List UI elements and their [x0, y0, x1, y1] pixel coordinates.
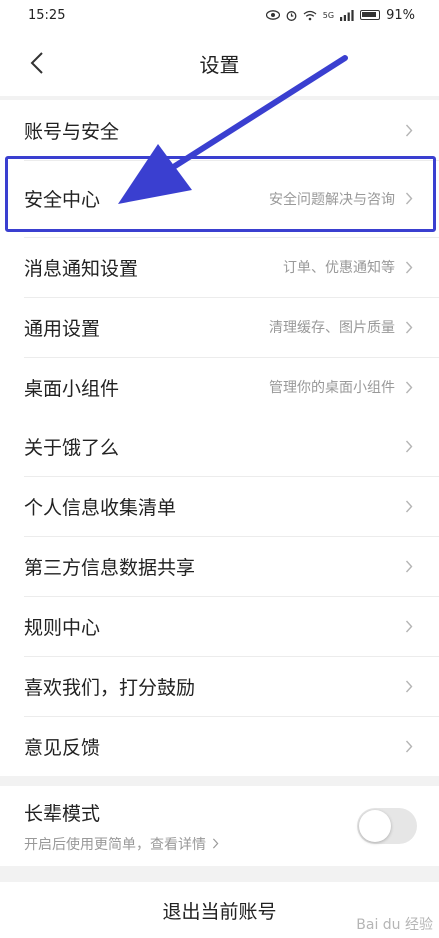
settings-item-label: 桌面小组件 [24, 377, 120, 400]
settings-item-desc: 安全问题解决与咨询 [269, 191, 395, 208]
settings-item-label: 关于饿了么 [24, 436, 120, 459]
settings-item-label: 个人信息收集清单 [24, 496, 177, 519]
wifi-icon [303, 10, 317, 20]
chevron-right-icon [405, 124, 413, 136]
alarm-icon [286, 10, 297, 21]
page-title: 设置 [199, 52, 240, 77]
chevron-left-icon [30, 52, 43, 74]
chevron-right-icon [212, 838, 219, 849]
status-bar: 15:25 5G 91% [0, 0, 439, 30]
chevron-right-icon [405, 620, 413, 632]
settings-item-account-security[interactable]: 账号与安全 [0, 100, 439, 160]
elder-mode-details-link[interactable]: 开启后使用更简单，查看详情 [24, 834, 357, 854]
settings-item-desc: 清理缓存、图片质量 [269, 320, 395, 336]
battery-percent: 91% [386, 7, 415, 23]
settings-item-widgets[interactable]: 桌面小组件 管理你的桌面小组件 [0, 357, 439, 417]
settings-screen: 15:25 5G 91% 设置 账号与安全 安全中心 安全问题解决与咨询 消息通… [0, 0, 439, 938]
chevron-right-icon [405, 680, 413, 692]
elder-mode-toggle[interactable] [357, 808, 417, 844]
settings-item-label: 第三方信息数据共享 [24, 556, 196, 579]
settings-section-elder: 长辈模式 开启后使用更简单，查看详情 [0, 786, 439, 866]
settings-item-feedback[interactable]: 意见反馈 [0, 716, 439, 776]
status-icons: 5G 91% [265, 7, 415, 23]
elder-mode-title: 长辈模式 [24, 802, 101, 825]
settings-item-label: 通用设置 [24, 317, 101, 340]
settings-item-third-party-sharing[interactable]: 第三方信息数据共享 [0, 536, 439, 596]
settings-section-about: 关于饿了么 个人信息收集清单 第三方信息数据共享 规则中心 喜欢我们，打分鼓励 … [0, 416, 439, 776]
toggle-knob [359, 810, 391, 842]
settings-section-account: 账号与安全 安全中心 安全问题解决与咨询 消息通知设置 订单、优惠通知等 通用设… [0, 100, 439, 417]
settings-item-rate-us[interactable]: 喜欢我们，打分鼓励 [0, 656, 439, 716]
chevron-right-icon [405, 321, 413, 333]
settings-item-label: 账号与安全 [24, 120, 120, 143]
battery-icon [360, 10, 381, 20]
back-button[interactable] [22, 48, 52, 78]
settings-item-rules-center[interactable]: 规则中心 [0, 596, 439, 656]
settings-item-desc: 订单、优惠通知等 [283, 260, 395, 276]
chevron-right-icon [405, 261, 413, 273]
chevron-right-icon [405, 381, 413, 393]
elder-mode-row: 长辈模式 开启后使用更简单，查看详情 [0, 786, 439, 866]
network-label: 5G [322, 10, 335, 20]
status-time: 15:25 [28, 7, 66, 23]
chevron-right-icon [405, 560, 413, 572]
elder-mode-subtitle: 开启后使用更简单，查看详情 [24, 836, 206, 853]
signal-icon [340, 9, 354, 21]
settings-item-desc: 管理你的桌面小组件 [269, 380, 395, 396]
chevron-right-icon [405, 440, 413, 452]
settings-item-personal-info-list[interactable]: 个人信息收集清单 [0, 476, 439, 536]
chevron-right-icon [405, 500, 413, 512]
settings-item-about[interactable]: 关于饿了么 [0, 416, 439, 476]
settings-item-security-center[interactable]: 安全中心 安全问题解决与咨询 [0, 160, 439, 237]
header: 设置 [0, 30, 439, 96]
settings-item-label: 意见反馈 [24, 736, 101, 759]
elder-mode-text: 长辈模式 开启后使用更简单，查看详情 [24, 799, 357, 854]
settings-item-label: 喜欢我们，打分鼓励 [24, 676, 196, 699]
settings-item-general[interactable]: 通用设置 清理缓存、图片质量 [0, 297, 439, 357]
eye-icon [265, 10, 280, 20]
settings-item-label: 安全中心 [24, 189, 101, 211]
logout-button[interactable]: 退出当前账号 [0, 882, 439, 938]
chevron-right-icon [405, 740, 413, 752]
settings-item-notifications[interactable]: 消息通知设置 订单、优惠通知等 [0, 237, 439, 297]
settings-item-label: 消息通知设置 [24, 257, 139, 280]
chevron-right-icon [405, 192, 413, 205]
settings-item-label: 规则中心 [24, 616, 101, 639]
logout-label: 退出当前账号 [162, 900, 277, 923]
